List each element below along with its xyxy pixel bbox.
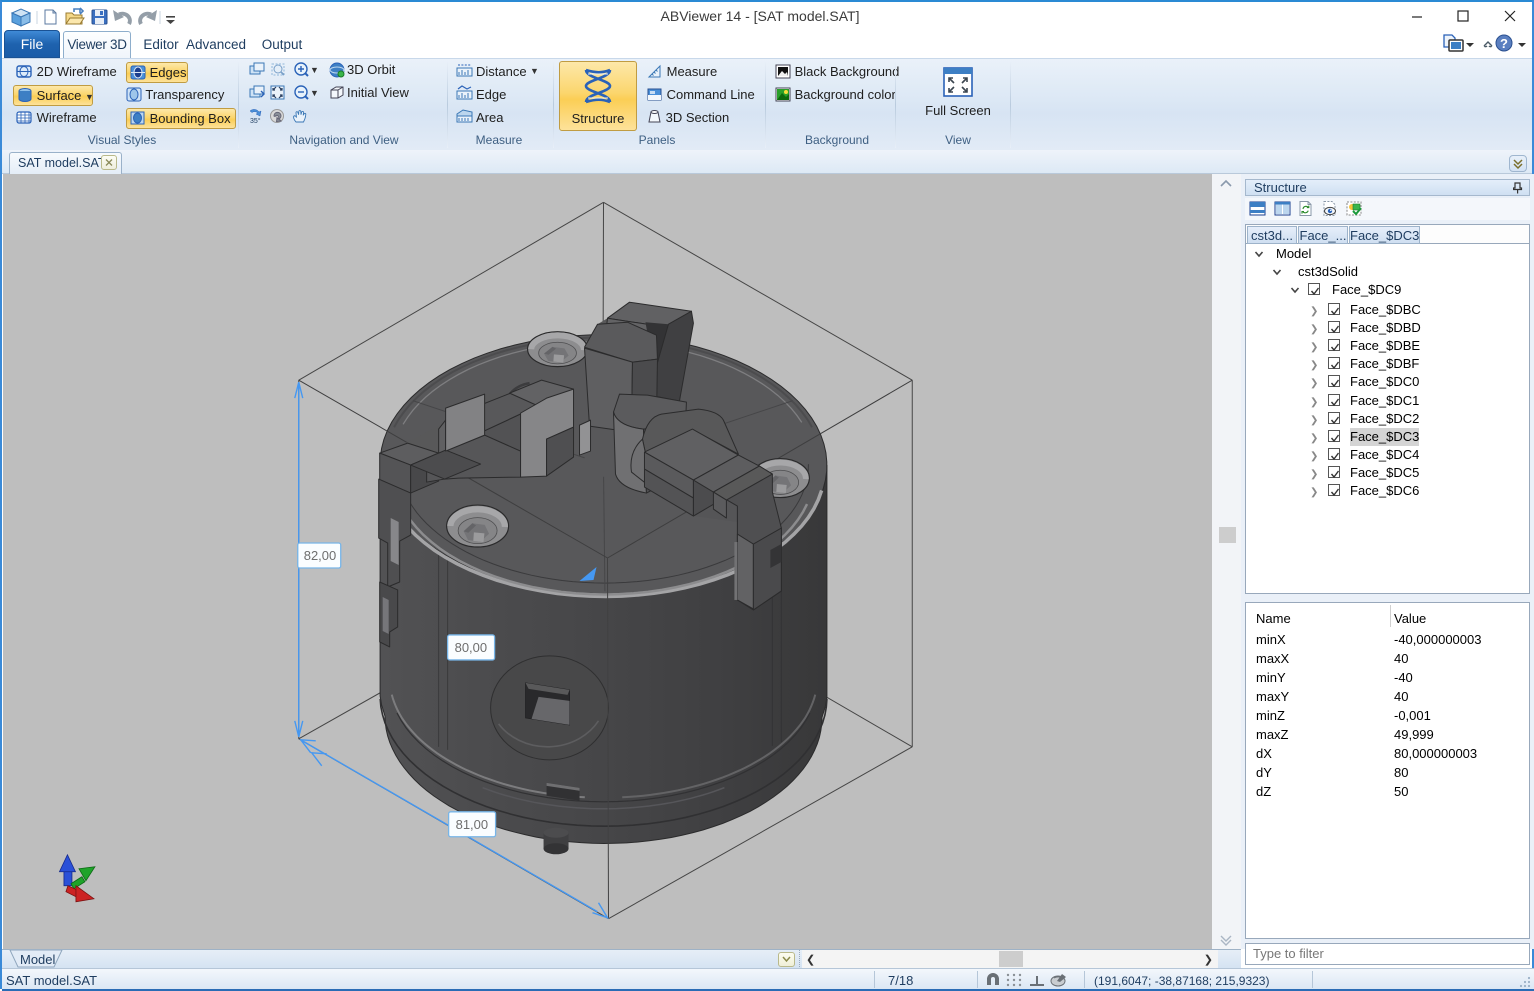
svg-text:3D Orbit: 3D Orbit xyxy=(347,62,396,77)
svg-text:▼: ▼ xyxy=(530,66,539,76)
svg-text:Distance: Distance xyxy=(476,64,527,79)
svg-text:81,00: 81,00 xyxy=(456,817,488,832)
svg-text:Area: Area xyxy=(476,110,504,125)
svg-text:80,00: 80,00 xyxy=(455,640,487,655)
svg-text:▼: ▼ xyxy=(310,65,319,75)
svg-text:Edge: Edge xyxy=(476,87,506,102)
svg-text:Initial View: Initial View xyxy=(347,85,410,100)
svg-text:?: ? xyxy=(1500,36,1508,51)
svg-text:82,00: 82,00 xyxy=(304,548,336,563)
svg-text:▼: ▼ xyxy=(310,88,319,98)
svg-text:35°: 35° xyxy=(250,117,261,125)
